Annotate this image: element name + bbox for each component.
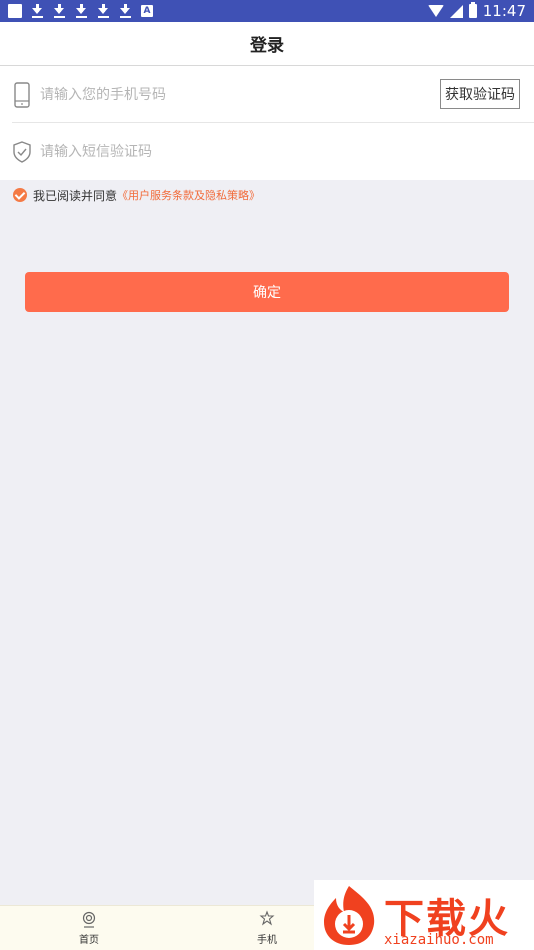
download-icon: [53, 4, 66, 18]
watermark-url: xiazaihuo.com: [384, 932, 494, 948]
page-title: 登录: [250, 36, 284, 56]
home-icon: [82, 911, 96, 928]
download-icon: [119, 4, 132, 18]
nav-item-home[interactable]: 首页: [59, 910, 119, 948]
phone-row: 获取验证码: [0, 66, 534, 123]
phone-input[interactable]: [40, 79, 420, 110]
fire-logo-icon: [324, 886, 375, 945]
status-time: 11:47: [482, 2, 526, 20]
watermark: 下载火 xiazaihuo.com: [314, 880, 534, 950]
code-row: [0, 123, 534, 180]
notification-square-icon: [8, 4, 22, 18]
confirm-button[interactable]: 确定: [25, 272, 509, 312]
terms-link[interactable]: 《用户服务条款及隐私策略》: [117, 187, 260, 203]
download-icon: [97, 4, 110, 18]
login-form: 获取验证码: [0, 66, 534, 180]
get-code-button[interactable]: 获取验证码: [440, 79, 520, 109]
download-icon: [31, 4, 44, 18]
notification-icons: A: [8, 4, 153, 18]
signal-icon: [449, 4, 463, 18]
sms-code-input[interactable]: [40, 136, 420, 167]
mobile-phone-icon: [14, 81, 30, 108]
app-notification-icon: A: [141, 5, 153, 17]
status-bar: A 11:47: [0, 0, 534, 22]
system-icons: 11:47: [427, 2, 526, 20]
check-circle-icon[interactable]: [13, 188, 27, 202]
wifi-icon: [427, 5, 444, 17]
header: 登录: [0, 22, 534, 66]
shield-check-icon: [13, 140, 31, 163]
phone-nav-icon: [259, 910, 275, 926]
agreement-text: 我已阅读并同意: [33, 188, 118, 203]
nav-item-phone[interactable]: 手机: [237, 910, 297, 948]
battery-icon: [468, 2, 477, 18]
nav-label-home: 首页: [79, 935, 99, 946]
nav-label-phone: 手机: [257, 935, 277, 946]
agreement: 我已阅读并同意 《用户服务条款及隐私策略》: [13, 186, 260, 204]
download-icon: [75, 4, 88, 18]
